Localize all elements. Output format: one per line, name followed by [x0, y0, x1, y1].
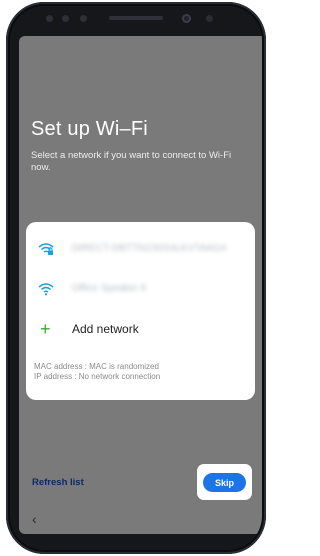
phone-top-bezel [6, 2, 266, 38]
add-network-button[interactable]: + Add network [26, 316, 255, 352]
sensor-dot [62, 15, 69, 22]
sensor-dot [80, 15, 87, 22]
plus-icon: + [40, 319, 51, 339]
wifi-lock-icon [38, 243, 54, 255]
network-item[interactable]: DIRECT-DBTTN1S0S4LKVTAAG4 [26, 234, 255, 270]
add-network-label: Add network [72, 322, 139, 336]
network-name: DIRECT-DBTTN1S0S4LKVTAAG4 [72, 243, 227, 254]
network-item[interactable]: Office Speaker 6 [26, 274, 255, 310]
wifi-setup-screen: Set up Wi–Fi Select a network if you wan… [19, 36, 266, 534]
network-name: Office Speaker 6 [72, 283, 147, 294]
skip-button[interactable]: Skip [203, 473, 246, 492]
page-title: Set up Wi–Fi [31, 118, 148, 140]
earpiece-speaker [109, 16, 163, 20]
phone-frame: Set up Wi–Fi Select a network if you wan… [6, 2, 266, 554]
chevron-left-icon[interactable]: ‹ [32, 512, 37, 526]
page-subtitle: Select a network if you want to connect … [31, 150, 232, 173]
refresh-list-button[interactable]: Refresh list [32, 477, 84, 488]
skip-highlight: Skip [197, 464, 252, 500]
connection-info: MAC address : MAC is randomized IP addre… [34, 362, 160, 382]
mac-address-text: MAC address : MAC is randomized [34, 362, 159, 371]
ip-address-text: IP address : No network connection [34, 372, 161, 381]
front-camera [182, 14, 191, 23]
sensor-dot [46, 15, 53, 22]
network-list-card: DIRECT-DBTTN1S0S4LKVTAAG4 Office Speaker… [26, 222, 255, 400]
iris-sensor [206, 15, 213, 22]
wifi-icon [38, 283, 54, 296]
